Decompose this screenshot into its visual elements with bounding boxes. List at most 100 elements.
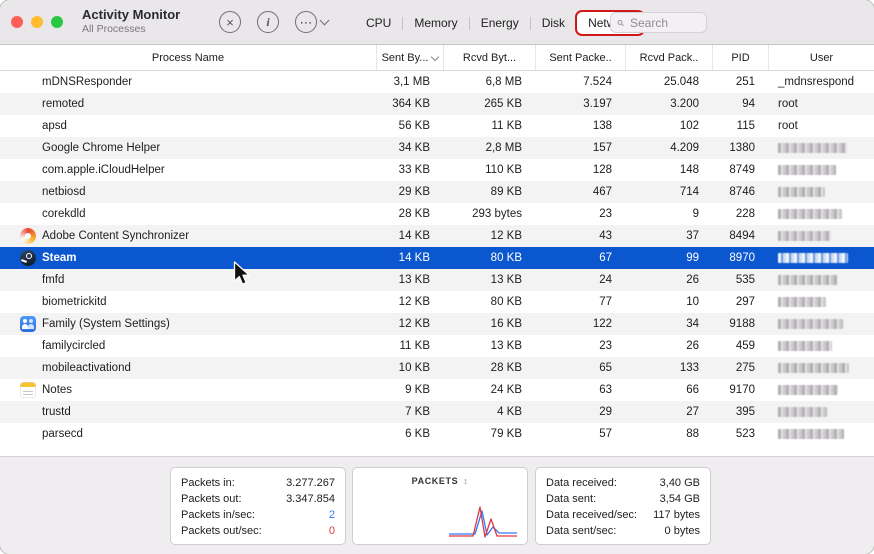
rcvd-packets-cell: 148 <box>625 159 712 181</box>
search-input[interactable] <box>628 15 700 31</box>
process-name-cell: biometrickitd <box>0 291 376 313</box>
more-options-button[interactable]: ⋯ <box>295 11 328 33</box>
process-name: remoted <box>42 98 84 110</box>
user-cell: _mdnsrespond <box>768 71 874 93</box>
packets-popup-button[interactable]: PACKETS ↕ <box>363 476 517 486</box>
user-name: root <box>778 98 798 110</box>
user-cell <box>768 313 874 335</box>
tab-cpu[interactable]: CPU <box>355 12 402 34</box>
tab-label: CPU <box>366 16 391 30</box>
user-cell <box>768 291 874 313</box>
table-row-fmfd[interactable]: fmfd 13 KB 13 KB 24 26 535 <box>0 269 874 291</box>
process-name: com.apple.iCloudHelper <box>42 164 165 176</box>
process-name-cell: com.apple.iCloudHelper <box>0 159 376 181</box>
redacted-user <box>778 143 847 153</box>
process-name: parsecd <box>42 428 83 440</box>
rcvd-packets-cell: 9 <box>625 203 712 225</box>
search-field[interactable] <box>610 12 707 33</box>
redacted-user <box>778 385 838 395</box>
rcvd-packets-cell: 3.200 <box>625 93 712 115</box>
data-stats-box: Data received: 3,40 GB Data sent: 3,54 G… <box>535 467 711 545</box>
sent-packets-cell: 65 <box>535 357 625 379</box>
pid-cell: 115 <box>712 115 768 137</box>
family-app-icon <box>20 316 36 332</box>
rcvd-bytes-cell: 110 KB <box>443 159 535 181</box>
rcvd-bytes-cell: 80 KB <box>443 247 535 269</box>
tab-energy[interactable]: Energy <box>470 12 530 34</box>
activity-monitor-window: Activity Monitor All Processes × i ⋯ CPU… <box>0 0 874 554</box>
sent-bytes-cell: 34 KB <box>376 137 443 159</box>
tab-label: Disk <box>542 16 565 30</box>
user-cell <box>768 379 874 401</box>
table-row-adobe-content-synchronizer[interactable]: Adobe Content Synchronizer 14 KB 12 KB 4… <box>0 225 874 247</box>
redacted-user <box>778 209 842 219</box>
pid-cell: 251 <box>712 71 768 93</box>
user-cell <box>768 137 874 159</box>
table-row-parsecd[interactable]: parsecd 6 KB 79 KB 57 88 523 <box>0 423 874 445</box>
column-header-rcvd-pack[interactable]: Rcvd Pack.. <box>625 45 712 70</box>
column-header-rcvd-byt[interactable]: Rcvd Byt... <box>443 45 535 70</box>
zoom-button[interactable] <box>51 16 63 28</box>
sent-packets-cell: 23 <box>535 203 625 225</box>
sent-packets-cell: 122 <box>535 313 625 335</box>
user-name: _mdnsrespond <box>778 76 854 88</box>
packets-graph-box: PACKETS ↕ <box>352 467 528 545</box>
table-row-apsd[interactable]: apsd 56 KB 11 KB 138 102 115 root <box>0 115 874 137</box>
process-name: biometrickitd <box>42 296 107 308</box>
user-cell <box>768 203 874 225</box>
table-row-family-system-settings[interactable]: Family (System Settings) 12 KB 16 KB 122… <box>0 313 874 335</box>
footer-left-stats: Packets in: 3.277.267 Packets out: 3.347… <box>181 475 335 539</box>
pid-cell: 8746 <box>712 181 768 203</box>
column-header-label: User <box>810 52 833 64</box>
notes-app-icon <box>20 382 36 398</box>
table-row-notes[interactable]: Notes 9 KB 24 KB 63 66 9170 <box>0 379 874 401</box>
stat-label: Packets in/sec: <box>181 507 255 523</box>
table-row-corekdld[interactable]: corekdld 28 KB 293 bytes 23 9 228 <box>0 203 874 225</box>
rcvd-packets-cell: 714 <box>625 181 712 203</box>
user-cell <box>768 247 874 269</box>
column-header-process-name[interactable]: Process Name <box>0 45 376 70</box>
user-name: root <box>778 120 798 132</box>
minimize-button[interactable] <box>31 16 43 28</box>
tab-disk[interactable]: Disk <box>531 12 576 34</box>
column-header-sent-packe[interactable]: Sent Packe.. <box>535 45 625 70</box>
redacted-user <box>778 231 831 241</box>
quit-process-button[interactable]: × <box>219 11 241 33</box>
window-subtitle: All Processes <box>82 23 180 36</box>
stat-data-sent: Data sent: 3,54 GB <box>546 491 700 507</box>
ellipsis-icon: ⋯ <box>295 11 317 33</box>
process-name-cell: parsecd <box>0 423 376 445</box>
packets-sparkline <box>447 502 519 540</box>
table-row-mobileactivationd[interactable]: mobileactivationd 10 KB 28 KB 65 133 275 <box>0 357 874 379</box>
table-row-google-chrome-helper[interactable]: Google Chrome Helper 34 KB 2,8 MB 157 4.… <box>0 137 874 159</box>
stat-data-sent-sec: Data sent/sec: 0 bytes <box>546 523 700 539</box>
process-name-cell: netbiosd <box>0 181 376 203</box>
sent-bytes-cell: 6 KB <box>376 423 443 445</box>
process-name-cell: fmfd <box>0 269 376 291</box>
close-button[interactable] <box>11 16 23 28</box>
redacted-user <box>778 341 832 351</box>
pid-cell: 395 <box>712 401 768 423</box>
sent-packets-cell: 77 <box>535 291 625 313</box>
column-header-pid[interactable]: PID <box>712 45 768 70</box>
table-row-netbiosd[interactable]: netbiosd 29 KB 89 KB 467 714 8746 <box>0 181 874 203</box>
column-header-user[interactable]: User <box>768 45 874 70</box>
column-header-sent-by[interactable]: Sent By... <box>376 45 443 70</box>
table-row-steam[interactable]: Steam 14 KB 80 KB 67 99 8970 <box>0 247 874 269</box>
rcvd-bytes-cell: 11 KB <box>443 115 535 137</box>
table-row-trustd[interactable]: trustd 7 KB 4 KB 29 27 395 <box>0 401 874 423</box>
table-row-remoted[interactable]: remoted 364 KB 265 KB 3.197 3.200 94 roo… <box>0 93 874 115</box>
tab-memory[interactable]: Memory <box>403 12 468 34</box>
sent-bytes-cell: 10 KB <box>376 357 443 379</box>
table-row-familycircled[interactable]: familycircled 11 KB 13 KB 23 26 459 <box>0 335 874 357</box>
table-row-com-apple-icloudhelper[interactable]: com.apple.iCloudHelper 33 KB 110 KB 128 … <box>0 159 874 181</box>
rcvd-packets-cell: 133 <box>625 357 712 379</box>
table-row-mdnsresponder[interactable]: mDNSResponder 3,1 MB 6,8 MB 7.524 25.048… <box>0 71 874 93</box>
sent-bytes-cell: 9 KB <box>376 379 443 401</box>
process-name-cell: Steam <box>0 247 376 269</box>
stat-label: Data received: <box>546 475 617 491</box>
pid-cell: 459 <box>712 335 768 357</box>
inspect-process-button[interactable]: i <box>257 11 279 33</box>
table-row-biometrickitd[interactable]: biometrickitd 12 KB 80 KB 77 10 297 <box>0 291 874 313</box>
stat-value: 0 <box>329 523 335 539</box>
